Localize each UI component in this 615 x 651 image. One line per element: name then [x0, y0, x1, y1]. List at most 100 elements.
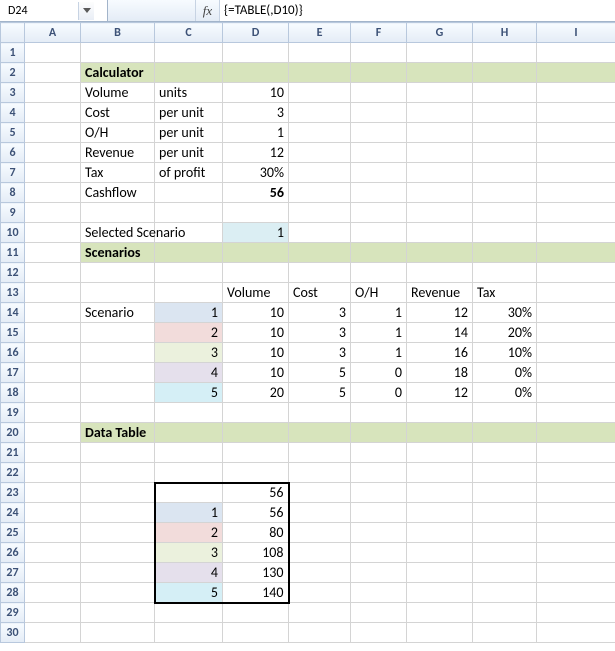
col-header-A[interactable]: A: [25, 23, 81, 43]
cell-C12[interactable]: [155, 263, 223, 283]
cell-G21[interactable]: [407, 443, 473, 463]
cell-A22[interactable]: [25, 463, 81, 483]
cell-I26[interactable]: [537, 543, 615, 563]
cell-E3[interactable]: [289, 83, 351, 103]
cell-G12[interactable]: [407, 263, 473, 283]
cell-C17[interactable]: 4: [155, 363, 223, 383]
cell-F27[interactable]: [351, 563, 407, 583]
cell-E14[interactable]: 3: [289, 303, 351, 323]
cell-H4[interactable]: [473, 103, 537, 123]
cell-I3[interactable]: [537, 83, 615, 103]
cell-I11[interactable]: [537, 243, 615, 263]
row-header-3[interactable]: 3: [1, 83, 25, 103]
cell-H29[interactable]: [473, 603, 537, 623]
row-header-11[interactable]: 11: [1, 243, 25, 263]
cell-I12[interactable]: [537, 263, 615, 283]
cell-E11[interactable]: [289, 243, 351, 263]
cell-B21[interactable]: [81, 443, 155, 463]
cell-G24[interactable]: [407, 503, 473, 523]
cell-C13[interactable]: [155, 283, 223, 303]
cell-D21[interactable]: [223, 443, 289, 463]
cell-I28[interactable]: [537, 583, 615, 603]
cell-A17[interactable]: [25, 363, 81, 383]
cell-C30[interactable]: [155, 623, 223, 643]
row-header-14[interactable]: 14: [1, 303, 25, 323]
cell-B9[interactable]: [81, 203, 155, 223]
cell-E7[interactable]: [289, 163, 351, 183]
cell-G23[interactable]: [407, 483, 473, 503]
cell-B23[interactable]: [81, 483, 155, 503]
cell-D13[interactable]: Volume: [223, 283, 289, 303]
cell-I23[interactable]: [537, 483, 615, 503]
cell-F16[interactable]: 1: [351, 343, 407, 363]
row-header-2[interactable]: 2: [1, 63, 25, 83]
cell-D25[interactable]: 80: [223, 523, 289, 543]
row-header-5[interactable]: 5: [1, 123, 25, 143]
cell-A2[interactable]: [25, 63, 81, 83]
cell-F2[interactable]: [351, 63, 407, 83]
cell-E8[interactable]: [289, 183, 351, 203]
cell-B15[interactable]: [81, 323, 155, 343]
cell-C7[interactable]: of profit: [155, 163, 223, 183]
row-header-28[interactable]: 28: [1, 583, 25, 603]
col-header-B[interactable]: B: [81, 23, 155, 43]
cell-D27[interactable]: 130: [223, 563, 289, 583]
cell-H19[interactable]: [473, 403, 537, 423]
cell-H6[interactable]: [473, 143, 537, 163]
cell-F12[interactable]: [351, 263, 407, 283]
cell-G26[interactable]: [407, 543, 473, 563]
cell-B12[interactable]: [81, 263, 155, 283]
cell-D1[interactable]: [223, 43, 289, 63]
cell-G7[interactable]: [407, 163, 473, 183]
cell-E9[interactable]: [289, 203, 351, 223]
cell-A27[interactable]: [25, 563, 81, 583]
cell-H27[interactable]: [473, 563, 537, 583]
row-header-12[interactable]: 12: [1, 263, 25, 283]
cell-B27[interactable]: [81, 563, 155, 583]
cell-B18[interactable]: [81, 383, 155, 403]
col-header-F[interactable]: F: [351, 23, 407, 43]
cell-C15[interactable]: 2: [155, 323, 223, 343]
cell-D5[interactable]: 1: [223, 123, 289, 143]
cell-C14[interactable]: 1: [155, 303, 223, 323]
cell-A13[interactable]: [25, 283, 81, 303]
cell-A19[interactable]: [25, 403, 81, 423]
cell-E22[interactable]: [289, 463, 351, 483]
cell-F17[interactable]: 0: [351, 363, 407, 383]
cell-F6[interactable]: [351, 143, 407, 163]
cell-D12[interactable]: [223, 263, 289, 283]
cell-C3[interactable]: units: [155, 83, 223, 103]
cell-I13[interactable]: [537, 283, 615, 303]
cell-G27[interactable]: [407, 563, 473, 583]
cell-D18[interactable]: 20: [223, 383, 289, 403]
cell-B2[interactable]: Calculator: [81, 63, 155, 83]
row-header-27[interactable]: 27: [1, 563, 25, 583]
row-header-23[interactable]: 23: [1, 483, 25, 503]
cell-D4[interactable]: 3: [223, 103, 289, 123]
cell-G3[interactable]: [407, 83, 473, 103]
cell-A1[interactable]: [25, 43, 81, 63]
cell-B13[interactable]: [81, 283, 155, 303]
cell-A10[interactable]: [25, 223, 81, 243]
cell-E18[interactable]: 5: [289, 383, 351, 403]
cell-A26[interactable]: [25, 543, 81, 563]
cell-H20[interactable]: [473, 423, 537, 443]
row-header-13[interactable]: 13: [1, 283, 25, 303]
cell-C6[interactable]: per unit: [155, 143, 223, 163]
col-header-H[interactable]: H: [473, 23, 537, 43]
cell-H7[interactable]: [473, 163, 537, 183]
cell-F13[interactable]: O/H: [351, 283, 407, 303]
select-all-corner[interactable]: [1, 23, 25, 43]
cell-G22[interactable]: [407, 463, 473, 483]
cell-D11[interactable]: [223, 243, 289, 263]
cell-I5[interactable]: [537, 123, 615, 143]
cell-E5[interactable]: [289, 123, 351, 143]
cell-I29[interactable]: [537, 603, 615, 623]
cell-B26[interactable]: [81, 543, 155, 563]
cell-H13[interactable]: Tax: [473, 283, 537, 303]
cell-I6[interactable]: [537, 143, 615, 163]
cell-C5[interactable]: per unit: [155, 123, 223, 143]
cell-I2[interactable]: [537, 63, 615, 83]
row-header-10[interactable]: 10: [1, 223, 25, 243]
cell-E23[interactable]: [289, 483, 351, 503]
